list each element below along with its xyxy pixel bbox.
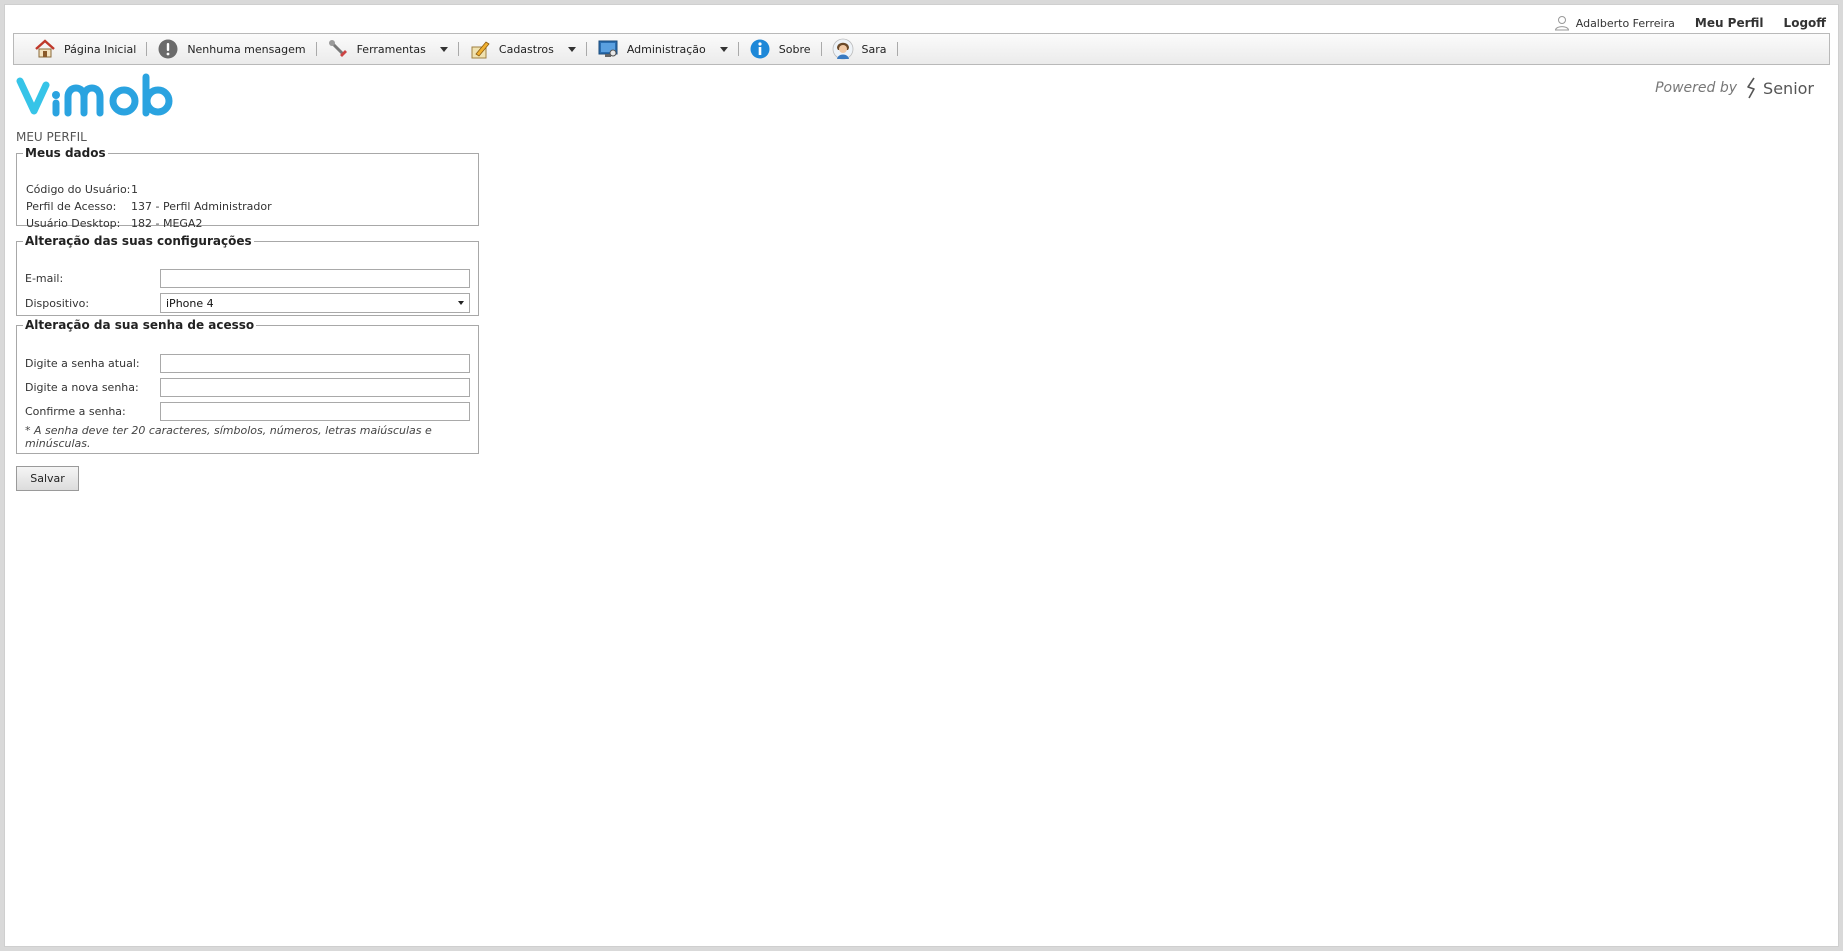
device-select[interactable]: iPhone 4: [160, 293, 470, 313]
user-icon: [1554, 16, 1569, 31]
menu-admin[interactable]: Administração: [587, 37, 738, 61]
desktop-user-label: Usuário Desktop:: [26, 217, 121, 230]
logoff-link[interactable]: Logoff: [1784, 16, 1826, 30]
user-code-value: 1: [131, 183, 138, 196]
menu-separator: [896, 42, 898, 56]
access-profile-row: Perfil de Acesso: 137 - Perfil Administr…: [26, 200, 272, 213]
alert-icon: [158, 39, 178, 59]
menu-registers[interactable]: Cadastros: [459, 37, 586, 61]
my-data-legend: Meus dados: [25, 146, 106, 160]
my-profile-link[interactable]: Meu Perfil: [1695, 16, 1764, 30]
chevron-down-icon: [458, 301, 464, 305]
chevron-down-icon: [719, 46, 728, 52]
my-data-section: Meus dados Código do Usuário: 1 Perfil d…: [16, 146, 479, 230]
access-profile-value: 137 - Perfil Administrador: [131, 200, 272, 213]
desktop-user-value: 182 - MEGA2: [131, 217, 203, 230]
menu-tools-label: Ferramentas: [356, 42, 426, 56]
app-window: Adalberto Ferreira Meu Perfil Logoff Pág…: [4, 4, 1839, 947]
email-row: E-mail:: [25, 269, 470, 288]
powered-by-label: Powered by: [1655, 80, 1738, 96]
menu-home-label: Página Inicial: [64, 42, 137, 56]
new-password-label: Digite a nova senha:: [25, 381, 139, 394]
current-password-field[interactable]: [160, 354, 470, 373]
password-section: Alteração da sua senha de acesso Digite …: [16, 318, 479, 454]
password-rules-note: * A senha deve ter 20 caracteres, símbol…: [25, 424, 432, 450]
menu-about-label: Sobre: [778, 42, 811, 56]
menu-home[interactable]: Página Inicial: [24, 37, 146, 61]
home-icon: [35, 39, 55, 58]
new-password-field[interactable]: [160, 378, 470, 397]
email-field[interactable]: [160, 269, 470, 288]
current-password-row: Digite a senha atual:: [25, 354, 470, 373]
device-row: Dispositivo: iPhone 4: [25, 293, 470, 313]
chevron-down-icon: [567, 46, 576, 52]
current-user: Adalberto Ferreira: [1554, 15, 1675, 31]
vimob-logo-image: [16, 73, 173, 117]
assistant-avatar-icon: [832, 38, 853, 60]
menu-admin-label: Administração: [626, 42, 706, 56]
settings-section: Alteração das suas configurações E-mail:…: [16, 234, 479, 316]
current-password-label: Digite a senha atual:: [25, 357, 140, 370]
monitor-icon: [598, 40, 618, 57]
menu-messages-label: Nenhuma mensagem: [187, 42, 306, 56]
email-label: E-mail:: [25, 272, 64, 285]
main-menu: Página Inicial Nenhuma mensagem Ferramen…: [13, 33, 1830, 65]
page-title: MEU PERFIL: [16, 130, 87, 144]
menu-about[interactable]: Sobre: [739, 37, 821, 61]
password-legend: Alteração da sua senha de acesso: [25, 318, 255, 332]
tools-icon: [328, 40, 347, 57]
desktop-user-row: Usuário Desktop: 182 - MEGA2: [26, 217, 202, 230]
current-user-name: Adalberto Ferreira: [1575, 16, 1675, 30]
powered-by: Powered by Senior: [1655, 77, 1814, 99]
menu-messages[interactable]: Nenhuma mensagem: [147, 37, 315, 61]
menu-sara-label: Sara: [861, 42, 887, 56]
access-profile-label: Perfil de Acesso:: [26, 200, 117, 213]
settings-legend: Alteração das suas configurações: [25, 234, 252, 248]
new-password-row: Digite a nova senha:: [25, 378, 470, 397]
info-icon: [750, 39, 770, 59]
confirm-password-label: Confirme a senha:: [25, 405, 126, 418]
senior-brand: Senior: [1745, 77, 1814, 99]
user-bar: Adalberto Ferreira Meu Perfil Logoff: [1554, 13, 1826, 33]
user-code-row: Código do Usuário: 1: [26, 183, 138, 196]
device-label: Dispositivo:: [25, 296, 90, 310]
confirm-password-row: Confirme a senha:: [25, 402, 470, 421]
pencil-icon: [471, 41, 490, 59]
menu-registers-label: Cadastros: [498, 42, 554, 56]
save-button[interactable]: Salvar: [16, 466, 79, 491]
confirm-password-field[interactable]: [160, 402, 470, 421]
device-select-value: iPhone 4: [166, 296, 214, 310]
senior-label: Senior: [1763, 78, 1814, 98]
user-code-label: Código do Usuário:: [26, 183, 131, 196]
vimob-logo: vimob: [16, 73, 176, 122]
menu-sara[interactable]: Sara: [822, 37, 897, 61]
menu-tools[interactable]: Ferramentas: [317, 37, 458, 61]
senior-logo-icon: [1747, 77, 1755, 99]
chevron-down-icon: [439, 46, 448, 52]
